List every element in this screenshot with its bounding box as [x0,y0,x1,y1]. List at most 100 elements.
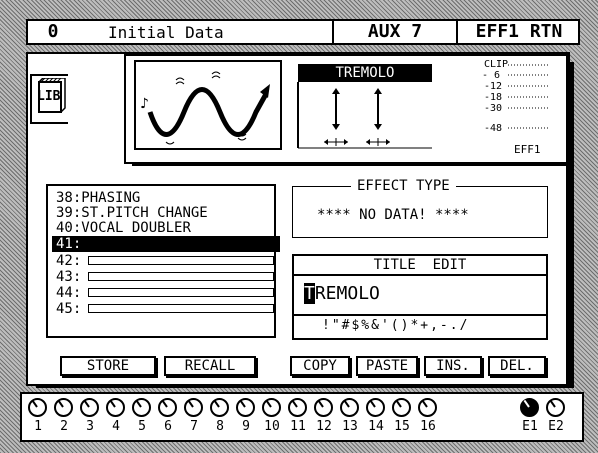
knob-indicator [109,399,116,408]
library-list-rows: 38:PHASING 39:ST.PITCH CHANGE 40:VOCAL D… [46,190,280,330]
list-item-number: 38 [56,190,73,206]
header-divider-1 [332,21,334,43]
channel-knob[interactable] [314,398,333,417]
knob-indicator [395,399,402,408]
title-edit-charset[interactable]: !"#$%&'()*+,-./ [322,318,469,334]
channel-label: 14 [368,419,384,434]
list-item[interactable]: 40:VOCAL DOUBLER [56,220,278,236]
effect-type-title: EFFECT TYPE [351,178,456,194]
meter-scale-dots [508,64,550,129]
tremolo-wave-icon: ♪ [140,71,270,145]
channel-label: 5 [138,419,146,434]
list-item-number: 44 [56,285,73,301]
channel-label: 10 [264,419,280,434]
effect-name-badge: TREMOLO [298,64,432,82]
list-item-name: VOCAL DOUBLER [81,220,191,236]
effect-label: E1 [522,419,538,434]
effect-display-shadow [132,162,570,166]
list-item[interactable]: 38:PHASING [56,190,278,206]
channel-label: 9 [242,419,250,434]
title-edit-field[interactable]: TREMOLO [304,282,380,306]
channel-knobs: 1 2 3 4 5 6 7 8 9 10 11 12 13 14 15 16 E1 E2 [20,392,584,442]
channel-knob[interactable] [132,398,151,417]
effect-knob[interactable] [546,398,565,417]
list-item[interactable]: 43: [56,269,278,285]
title-edit-divider [294,314,546,316]
knob-indicator [369,399,376,408]
scene-name: Initial Data [108,23,224,42]
meter-label-6: - 6 [482,70,501,81]
store-button[interactable]: STORE [60,356,156,376]
list-item-number: 42 [56,253,73,269]
effect-knob[interactable] [520,398,539,417]
list-item[interactable]: 39:ST.PITCH CHANGE [56,205,278,221]
channel-label: 15 [394,419,410,434]
list-item-number: 39 [56,205,73,221]
empty-slot-bar [88,288,274,297]
knob-indicator [213,399,220,408]
knob-indicator [161,399,168,408]
scene-number: 0 [47,21,59,42]
effect-label: E2 [548,419,564,434]
channel-knob[interactable] [340,398,359,417]
channel-knob[interactable] [80,398,99,417]
channel-label: 4 [112,419,120,434]
list-item-number: 41 [56,236,73,252]
effect-type-box: EFFECT TYPE **** NO DATA! **** [292,178,548,238]
channel-label: 11 [290,419,306,434]
channel-label: 7 [190,419,198,434]
title-edit-box: TITLE EDIT TREMOLO !"#$%&'()*+,-./ [292,254,548,340]
channel-knob[interactable] [210,398,229,417]
knob-indicator [317,399,324,408]
channel-knob[interactable] [236,398,255,417]
channel-knob[interactable] [184,398,203,417]
channel-knob[interactable] [262,398,281,417]
paste-button[interactable]: PASTE [356,356,418,376]
list-item-number: 43 [56,269,73,285]
title-edit-cursor: T [304,283,315,304]
svg-text:♪: ♪ [140,96,149,112]
knob-indicator [343,399,350,408]
channel-knob[interactable] [288,398,307,417]
empty-slot-bar [88,272,274,281]
bus-label: AUX 7 [367,21,423,42]
recall-button[interactable]: RECALL [164,356,256,376]
copy-button[interactable]: COPY [290,356,350,376]
lib-tab[interactable]: LIB [30,74,68,124]
list-item-selected[interactable]: 41: [52,236,280,252]
channel-knob[interactable] [158,398,177,417]
channel-knob[interactable] [366,398,385,417]
channel-knob[interactable] [28,398,47,417]
knob-indicator [549,399,556,408]
meter-label-18: -18 [484,92,503,103]
channel-knob[interactable] [106,398,125,417]
header-bar: 0 Initial Data AUX 7 EFF1 RTN [26,19,580,45]
channel-label: 3 [86,419,94,434]
channel-label: 2 [60,419,68,434]
channel-knob[interactable] [418,398,437,417]
list-item-number: 45 [56,301,73,317]
list-item[interactable]: 42: [56,253,278,269]
knob-indicator [187,399,194,408]
del-button[interactable]: DEL. [488,356,546,376]
channel-knob[interactable] [54,398,73,417]
knob-indicator [135,399,142,408]
ins-button[interactable]: INS. [424,356,482,376]
lib-tab-label: LIB [37,89,61,104]
meter-label-12: -12 [484,81,503,92]
meter-label-48: -48 [484,123,503,134]
header-divider-2 [456,21,458,43]
list-item[interactable]: 44: [56,285,278,301]
effect-type-value: **** NO DATA! **** [317,207,469,223]
list-item[interactable]: 45: [56,301,278,317]
channel-label: 1 [34,419,42,434]
knob-indicator [83,399,90,408]
effect-parameter-diagram [297,82,432,149]
channel-knob[interactable] [392,398,411,417]
empty-slot-bar [88,256,274,265]
knob-indicator [57,399,64,408]
channel-label: 12 [316,419,332,434]
knob-indicator [421,399,428,408]
channel-label: 8 [216,419,224,434]
list-item-number: 40 [56,220,73,236]
